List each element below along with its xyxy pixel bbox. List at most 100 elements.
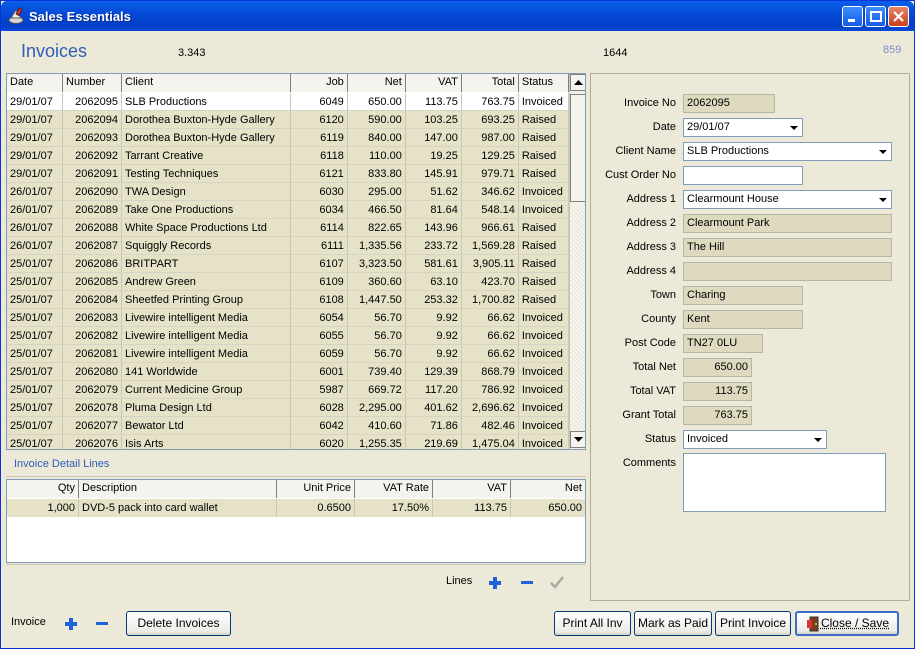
confirm-line-check-icon[interactable] [549,574,565,590]
cell-total[interactable]: 66.62 [461,327,519,345]
table-row[interactable]: 25/01/07 2062086 BRITPART 6107 3,323.50 581.6… [7,255,569,273]
table-row[interactable]: 25/01/07 2062085 Andrew Green 6109 360.60 63.… [7,273,569,291]
chevron-down-icon[interactable] [875,144,890,159]
cell-date[interactable]: 25/01/07 [7,327,64,345]
scroll-down-button[interactable] [570,431,585,448]
table-row[interactable]: 29/01/07 2062093 Dorothea Buxton-Hyde Gall… [7,129,569,147]
cell-number[interactable]: 2062083 [63,309,122,327]
col-header-date[interactable]: Date [7,74,64,92]
scroll-up-button[interactable] [570,74,585,91]
cell-net[interactable]: 1,447.50 [347,291,406,309]
chevron-down-icon[interactable] [875,192,890,207]
cell-total[interactable]: 482.46 [461,417,519,435]
table-row[interactable]: 29/01/07 2062091 Testing Techniques 6121 833… [7,165,569,183]
table-row[interactable]: 25/01/07 2062079 Current Medicine Group 598… [7,381,569,399]
cell-status[interactable]: Invoiced [518,417,569,435]
cell-vat[interactable]: 219.69 [405,435,462,449]
col-header-client[interactable]: Client [122,74,291,92]
cell-total[interactable]: 868.79 [461,363,519,381]
cell-client[interactable]: Squiggly Records [122,237,291,255]
cell-status[interactable]: Raised [518,147,569,165]
col-header-total[interactable]: Total [461,74,519,92]
cell-total[interactable]: 987.00 [461,129,519,147]
cell-status[interactable]: Raised [518,291,569,309]
cell-job[interactable]: 6118 [290,147,348,165]
cell-client[interactable]: Pluma Design Ltd [122,399,291,417]
cell-net[interactable]: 833.80 [347,165,406,183]
cell-status[interactable]: Invoiced [518,93,569,111]
cell-job[interactable]: 6049 [290,93,348,111]
col-header-qty[interactable]: Qty [7,480,79,498]
detail-row[interactable]: 1,000 DVD-5 pack into card wallet 0.6500… [7,499,585,517]
cell-status[interactable]: Raised [518,273,569,291]
cell-vat[interactable]: 9.92 [405,345,462,363]
delete-invoices-button[interactable]: Delete Invoices [126,611,231,636]
cell-vat[interactable]: 147.00 [405,129,462,147]
cell-client[interactable]: Livewire intelligent Media [122,327,291,345]
scroll-thumb[interactable] [570,94,585,202]
cell-date[interactable]: 29/01/07 [7,93,64,111]
cell-number[interactable]: 2062086 [63,255,122,273]
cell-date[interactable]: 29/01/07 [7,165,64,183]
cell-date[interactable]: 25/01/07 [7,291,64,309]
cell-job[interactable]: 6028 [290,399,348,417]
cell-total[interactable]: 346.62 [461,183,519,201]
detail-qty[interactable]: 1,000 [7,499,79,517]
table-row[interactable]: 25/01/07 2062083 Livewire intelligent Medi… [7,309,569,327]
cell-vat[interactable]: 19.25 [405,147,462,165]
cell-vat[interactable]: 63.10 [405,273,462,291]
cell-total[interactable]: 693.25 [461,111,519,129]
minimize-button[interactable] [842,6,863,27]
scroll-track[interactable] [570,204,585,429]
cell-total[interactable]: 2,696.62 [461,399,519,417]
cell-vat[interactable]: 145.91 [405,165,462,183]
cell-job[interactable]: 6114 [290,219,348,237]
detail-unit-price[interactable]: 0.6500 [277,499,355,517]
add-invoice-plus-icon[interactable] [63,616,79,632]
table-row[interactable]: 29/01/07 2062092 Tarrant Creative 6118 110.0… [7,147,569,165]
add-line-plus-icon[interactable] [487,575,503,591]
cell-status[interactable]: Invoiced [518,201,569,219]
cell-number[interactable]: 2062076 [63,435,122,449]
cell-net[interactable]: 1,335.56 [347,237,406,255]
cell-date[interactable]: 26/01/07 [7,201,64,219]
cell-job[interactable]: 6109 [290,273,348,291]
cell-job[interactable]: 6107 [290,255,348,273]
cell-net[interactable]: 2,295.00 [347,399,406,417]
status-select[interactable]: Invoiced [683,430,827,449]
cell-net[interactable]: 410.60 [347,417,406,435]
table-row[interactable]: 29/01/07 2062094 Dorothea Buxton-Hyde Gall… [7,111,569,129]
cell-client[interactable]: Tarrant Creative [122,147,291,165]
table-row[interactable]: 29/01/07 2062095 SLB Productions 6049 650.00… [7,93,569,111]
cell-job[interactable]: 6034 [290,201,348,219]
cell-total[interactable]: 129.25 [461,147,519,165]
cell-job[interactable]: 6111 [290,237,348,255]
cell-client[interactable]: Livewire intelligent Media [122,309,291,327]
cell-status[interactable]: Raised [518,219,569,237]
cell-net[interactable]: 466.50 [347,201,406,219]
col-header-description[interactable]: Description [79,480,277,498]
cell-total[interactable]: 763.75 [461,93,519,111]
cell-status[interactable]: Invoiced [518,435,569,449]
cell-total[interactable]: 979.71 [461,165,519,183]
cell-job[interactable]: 6042 [290,417,348,435]
cell-date[interactable]: 25/01/07 [7,399,64,417]
close-save-button[interactable]: Close / Save [795,611,899,636]
cell-client[interactable]: Bewator Ltd [122,417,291,435]
table-row[interactable]: 26/01/07 2062088 White Space Productions L… [7,219,569,237]
cell-job[interactable]: 6059 [290,345,348,363]
cell-date[interactable]: 26/01/07 [7,219,64,237]
cell-total[interactable]: 3,905.11 [461,255,519,273]
cell-client[interactable]: SLB Productions [122,93,291,111]
cell-date[interactable]: 26/01/07 [7,183,64,201]
cell-number[interactable]: 2062087 [63,237,122,255]
table-row[interactable]: 25/01/07 2062081 Livewire intelligent Medi… [7,345,569,363]
cell-status[interactable]: Raised [518,165,569,183]
cell-status[interactable]: Invoiced [518,381,569,399]
invoice-grid-scrollbar[interactable] [569,74,585,449]
table-row[interactable]: 25/01/07 2062076 Isis Arts 6020 1,255.35 219.… [7,435,569,449]
cell-status[interactable]: Raised [518,111,569,129]
cell-date[interactable]: 29/01/07 [7,147,64,165]
cell-total[interactable]: 66.62 [461,345,519,363]
address1-select[interactable]: Clearmount House [683,190,892,209]
